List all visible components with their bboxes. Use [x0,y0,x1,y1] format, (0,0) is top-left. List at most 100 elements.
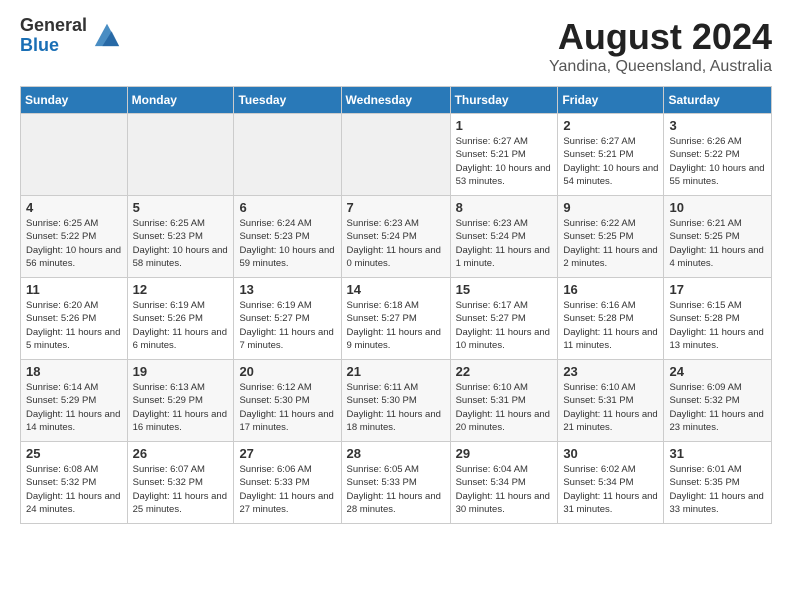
day-info: Sunrise: 6:20 AM Sunset: 5:26 PM Dayligh… [26,299,122,352]
day-info: Sunrise: 6:27 AM Sunset: 5:21 PM Dayligh… [456,135,553,188]
calendar-cell: 13Sunrise: 6:19 AM Sunset: 5:27 PM Dayli… [234,278,341,360]
day-number: 13 [239,282,335,297]
day-info: Sunrise: 6:25 AM Sunset: 5:23 PM Dayligh… [133,217,229,270]
day-info: Sunrise: 6:01 AM Sunset: 5:35 PM Dayligh… [669,463,766,516]
calendar-cell: 19Sunrise: 6:13 AM Sunset: 5:29 PM Dayli… [127,360,234,442]
day-number: 2 [563,118,658,133]
calendar-cell: 21 Sunrise: 6:11 AM Sunset: 5:30 PM Dayli… [341,360,450,442]
calendar-cell [127,114,234,196]
day-info: Sunrise: 6:08 AM Sunset: 5:32 PM Dayligh… [26,463,122,516]
calendar-cell: 12 Sunrise: 6:19 AM Sunset: 5:26 PM Dayli… [127,278,234,360]
weekday-header-friday: Friday [558,87,664,114]
day-info: Sunrise: 6:15 AM Sunset: 5:28 PM Dayligh… [669,299,766,352]
logo-blue: Blue [20,36,87,56]
day-number: 1 [456,118,553,133]
calendar-cell [21,114,128,196]
day-info: Sunrise: 6:05 AM Sunset: 5:33 PM Dayligh… [347,463,445,516]
weekday-header-wednesday: Wednesday [341,87,450,114]
day-number: 16 [563,282,658,297]
day-number: 12 [133,282,229,297]
day-info: Sunrise: 6:11 AM Sunset: 5:30 PM Dayligh… [347,381,445,434]
day-info: Sunrise: 6:21 AM Sunset: 5:25 PM Dayligh… [669,217,766,270]
title-block: August 2024 Yandina, Queensland, Austral… [549,16,772,76]
logo-general: General [20,16,87,36]
week-row-3: 11 Sunrise: 6:20 AM Sunset: 5:26 PM Dayli… [21,278,772,360]
day-number: 26 [133,446,229,461]
calendar-cell: 30Sunrise: 6:02 AM Sunset: 5:34 PM Dayli… [558,442,664,524]
calendar: SundayMondayTuesdayWednesdayThursdayFrid… [20,86,772,524]
day-info: Sunrise: 6:23 AM Sunset: 5:24 PM Dayligh… [456,217,553,270]
calendar-cell: 24 Sunrise: 6:09 AM Sunset: 5:32 PM Dayli… [664,360,772,442]
day-info: Sunrise: 6:23 AM Sunset: 5:24 PM Dayligh… [347,217,445,270]
day-number: 7 [347,200,445,215]
day-number: 11 [26,282,122,297]
day-number: 25 [26,446,122,461]
calendar-cell: 9 Sunrise: 6:22 AM Sunset: 5:25 PM Daylig… [558,196,664,278]
weekday-header-tuesday: Tuesday [234,87,341,114]
day-number: 21 [347,364,445,379]
day-info: Sunrise: 6:26 AM Sunset: 5:22 PM Dayligh… [669,135,766,188]
calendar-cell: 6Sunrise: 6:24 AM Sunset: 5:23 PM Daylig… [234,196,341,278]
day-number: 8 [456,200,553,215]
day-number: 14 [347,282,445,297]
calendar-cell [341,114,450,196]
calendar-cell: 26 Sunrise: 6:07 AM Sunset: 5:32 PM Dayli… [127,442,234,524]
page: General Blue August 2024 Yandina, Queens… [0,0,792,534]
day-info: Sunrise: 6:07 AM Sunset: 5:32 PM Dayligh… [133,463,229,516]
calendar-cell: 23Sunrise: 6:10 AM Sunset: 5:31 PM Dayli… [558,360,664,442]
calendar-cell: 25 Sunrise: 6:08 AM Sunset: 5:32 PM Dayli… [21,442,128,524]
calendar-cell: 28 Sunrise: 6:05 AM Sunset: 5:33 PM Dayli… [341,442,450,524]
week-row-1: 1 Sunrise: 6:27 AM Sunset: 5:21 PM Daylig… [21,114,772,196]
calendar-cell: 29Sunrise: 6:04 AM Sunset: 5:34 PM Dayli… [450,442,558,524]
day-info: Sunrise: 6:17 AM Sunset: 5:27 PM Dayligh… [456,299,553,352]
calendar-cell: 27 Sunrise: 6:06 AM Sunset: 5:33 PM Dayli… [234,442,341,524]
calendar-cell: 1 Sunrise: 6:27 AM Sunset: 5:21 PM Daylig… [450,114,558,196]
day-info: Sunrise: 6:10 AM Sunset: 5:31 PM Dayligh… [456,381,553,434]
weekday-header-monday: Monday [127,87,234,114]
calendar-cell: 4Sunrise: 6:25 AM Sunset: 5:22 PM Daylig… [21,196,128,278]
weekday-header-saturday: Saturday [664,87,772,114]
calendar-cell [234,114,341,196]
weekday-header-sunday: Sunday [21,87,128,114]
week-row-5: 25 Sunrise: 6:08 AM Sunset: 5:32 PM Dayli… [21,442,772,524]
calendar-cell: 17 Sunrise: 6:15 AM Sunset: 5:28 PM Dayli… [664,278,772,360]
day-number: 10 [669,200,766,215]
day-info: Sunrise: 6:22 AM Sunset: 5:25 PM Dayligh… [563,217,658,270]
day-info: Sunrise: 6:19 AM Sunset: 5:26 PM Dayligh… [133,299,229,352]
day-number: 9 [563,200,658,215]
day-number: 17 [669,282,766,297]
day-number: 6 [239,200,335,215]
day-info: Sunrise: 6:06 AM Sunset: 5:33 PM Dayligh… [239,463,335,516]
day-number: 22 [456,364,553,379]
month-year: August 2024 [549,16,772,58]
week-row-4: 18Sunrise: 6:14 AM Sunset: 5:29 PM Dayli… [21,360,772,442]
calendar-cell: 16 Sunrise: 6:16 AM Sunset: 5:28 PM Dayli… [558,278,664,360]
day-number: 23 [563,364,658,379]
week-row-2: 4Sunrise: 6:25 AM Sunset: 5:22 PM Daylig… [21,196,772,278]
header: General Blue August 2024 Yandina, Queens… [20,16,772,76]
calendar-cell: 15 Sunrise: 6:17 AM Sunset: 5:27 PM Dayli… [450,278,558,360]
day-number: 19 [133,364,229,379]
day-number: 3 [669,118,766,133]
calendar-cell: 20 Sunrise: 6:12 AM Sunset: 5:30 PM Dayli… [234,360,341,442]
day-number: 27 [239,446,335,461]
calendar-cell: 18Sunrise: 6:14 AM Sunset: 5:29 PM Dayli… [21,360,128,442]
day-number: 29 [456,446,553,461]
day-info: Sunrise: 6:16 AM Sunset: 5:28 PM Dayligh… [563,299,658,352]
day-number: 5 [133,200,229,215]
day-number: 15 [456,282,553,297]
day-info: Sunrise: 6:25 AM Sunset: 5:22 PM Dayligh… [26,217,122,270]
logo: General Blue [20,16,121,56]
day-info: Sunrise: 6:02 AM Sunset: 5:34 PM Dayligh… [563,463,658,516]
day-info: Sunrise: 6:14 AM Sunset: 5:29 PM Dayligh… [26,381,122,434]
day-number: 20 [239,364,335,379]
day-info: Sunrise: 6:09 AM Sunset: 5:32 PM Dayligh… [669,381,766,434]
calendar-cell: 7 Sunrise: 6:23 AM Sunset: 5:24 PM Daylig… [341,196,450,278]
calendar-cell: 2Sunrise: 6:27 AM Sunset: 5:21 PM Daylig… [558,114,664,196]
day-number: 28 [347,446,445,461]
calendar-cell: 3 Sunrise: 6:26 AM Sunset: 5:22 PM Daylig… [664,114,772,196]
calendar-cell: 14Sunrise: 6:18 AM Sunset: 5:27 PM Dayli… [341,278,450,360]
day-info: Sunrise: 6:12 AM Sunset: 5:30 PM Dayligh… [239,381,335,434]
weekday-header-row: SundayMondayTuesdayWednesdayThursdayFrid… [21,87,772,114]
day-number: 24 [669,364,766,379]
